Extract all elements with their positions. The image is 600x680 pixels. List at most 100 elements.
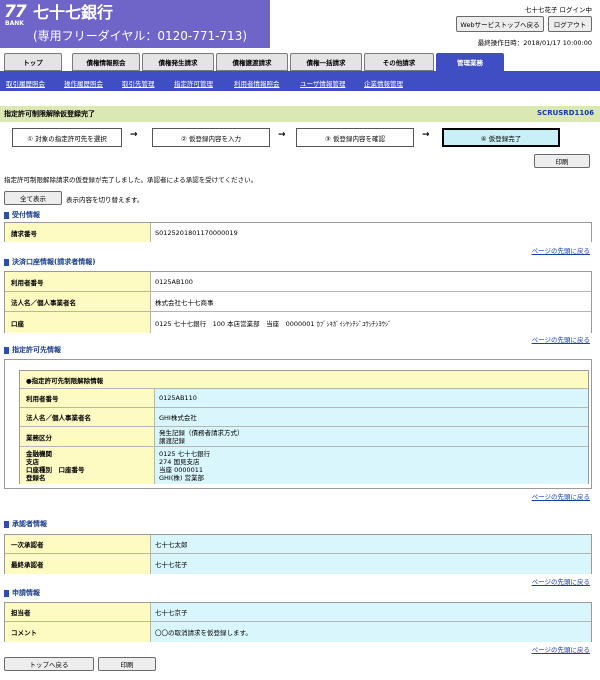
- table-row: 法人名／個人事業者名 株式会社七十七商事: [5, 292, 591, 312]
- web-service-top-button[interactable]: Webサービストップへ戻る: [456, 16, 544, 32]
- page-top-link[interactable]: ページの先頭に戻る: [532, 576, 590, 586]
- account-number-value: 当座 0000011: [159, 465, 204, 474]
- subnav-permit-management[interactable]: 指定許可管理: [174, 78, 213, 88]
- show-all-button[interactable]: 全て表示: [4, 191, 62, 205]
- tab-top[interactable]: トップ: [4, 53, 62, 71]
- section-marker-icon: [4, 346, 9, 354]
- section-heading-settlement: 決済口座情報(請求者情報): [4, 257, 95, 267]
- table-row: 請求番号 S0125201801170000019: [5, 223, 591, 242]
- section-heading-reception: 受付情報: [4, 210, 40, 220]
- screen-id: SCRUSRD1106: [537, 109, 594, 117]
- tab-bond-transfer-request[interactable]: 債権譲渡請求: [216, 53, 288, 71]
- bank-name: 七十七銀行: [33, 3, 114, 22]
- subnav-transaction-history[interactable]: 取引履歴照会: [6, 78, 45, 88]
- subnav-operation-history[interactable]: 操作履歴照会: [64, 78, 103, 88]
- step-arrow-icon: →: [278, 130, 286, 140]
- field-label: 法人名／個人事業者名: [5, 292, 151, 311]
- final-approver: 七十七花子: [151, 554, 591, 574]
- bank-logo-caption: BANK: [5, 20, 24, 27]
- field-label: 担当者: [5, 603, 151, 621]
- field-label: 一次承認者: [5, 535, 151, 553]
- page-top-link[interactable]: ページの先頭に戻る: [532, 334, 590, 344]
- table-row: 金融機関 支店 口座種別 口座番号 登録名 0125 七十七銀行 274 国見支…: [20, 447, 588, 484]
- section-heading-approver: 承認者情報: [4, 519, 47, 529]
- business-line: 発生記録（債務者請求方式）: [159, 428, 244, 437]
- toll-free-number: (専用フリーダイヤル：0120-771-713): [33, 29, 248, 43]
- print-button[interactable]: 印刷: [534, 154, 590, 168]
- table-row: 利用者番号 0125AB110: [20, 389, 588, 408]
- bank-value: 0125 七十七銀行: [159, 449, 211, 458]
- field-label: 利用者番号: [20, 389, 155, 407]
- permit-corporation-name: GHI株式会社: [155, 408, 588, 426]
- section-title: 受付情報: [12, 211, 40, 219]
- corporation-name: 株式会社七十七商事: [151, 292, 591, 311]
- table-row: コメント 〇〇の取消請求を仮登録します。: [5, 622, 591, 642]
- tab-management[interactable]: 管理業務: [436, 53, 504, 71]
- field-label: 口座種別 口座番号: [26, 465, 85, 474]
- field-label: 利用者番号: [5, 272, 151, 291]
- tab-bond-info-inquiry[interactable]: 債権情報照会: [72, 53, 140, 71]
- step-arrow-icon: →: [422, 130, 430, 140]
- section-title: 指定許可先情報: [12, 346, 61, 354]
- field-label: 業務区分: [20, 427, 155, 446]
- step-arrow-icon: →: [130, 130, 138, 140]
- business-category: 発生記録（債務者請求方式） 譲渡記録: [155, 427, 588, 446]
- field-label: 法人名／個人事業者名: [20, 408, 155, 426]
- subnav-counterparty[interactable]: 取引先管理: [122, 78, 155, 88]
- field-label: コメント: [5, 622, 151, 642]
- bank-logo-number: 77: [4, 2, 27, 22]
- reception-table: 請求番号 S0125201801170000019: [4, 222, 592, 242]
- step-1: ① 対象の指定許可先を選択: [12, 128, 122, 147]
- application-table: 担当者 七十七京子 コメント 〇〇の取消請求を仮登録します。: [4, 602, 592, 642]
- page-top-link[interactable]: ページの先頭に戻る: [532, 491, 590, 501]
- tab-other-requests[interactable]: その他請求: [364, 53, 434, 71]
- subnav-user-info-inquiry[interactable]: 利用者情報照会: [234, 78, 280, 88]
- step-3: ③ 仮登録内容を確認: [296, 128, 414, 147]
- completion-message: 指定許可制限解除請求の仮登録が完了しました。承認者による承認を受けてください。: [4, 176, 258, 184]
- field-label: 口座: [5, 312, 151, 333]
- section-title: 決済口座情報(請求者情報): [12, 258, 96, 266]
- subnav-company-management[interactable]: 企業情報管理: [364, 78, 403, 88]
- subnav-user-management[interactable]: ユーザ情報管理: [300, 78, 345, 88]
- section-title: 承認者情報: [12, 520, 47, 528]
- show-all-note: 表示内容を切り替えます。: [66, 196, 144, 204]
- section-heading-permit: 指定許可先情報: [4, 345, 61, 355]
- print-button-bottom[interactable]: 印刷: [98, 657, 156, 671]
- table-row: 法人名／個人事業者名 GHI株式会社: [20, 408, 588, 427]
- comment: 〇〇の取消請求を仮登録します。: [151, 622, 591, 642]
- section-marker-icon: [4, 258, 9, 266]
- logout-button[interactable]: ログアウト: [548, 16, 592, 32]
- permit-section-box: ●指定許可先制限解除情報 利用者番号 0125AB110 法人名／個人事業者名 …: [4, 359, 592, 489]
- approver-table: 一次承認者 七十七太郎 最終承認者 七十七花子: [4, 534, 592, 574]
- business-line: 譲渡記録: [159, 436, 185, 445]
- page-top-link[interactable]: ページの先頭に戻る: [532, 245, 590, 255]
- table-row: 一次承認者 七十七太郎: [5, 535, 591, 554]
- permit-user-number: 0125AB110: [155, 389, 588, 407]
- tab-bond-issue-request[interactable]: 債権発生請求: [142, 53, 214, 71]
- account: 0125 七十七銀行 100 本店営業部 当座 0000001 ｶﾌﾞｼｷｶﾞｲ…: [151, 312, 591, 333]
- branch-value: 274 国見支店: [159, 457, 200, 466]
- field-label: 支店: [26, 457, 39, 466]
- section-heading-application: 申請情報: [4, 588, 40, 598]
- section-title: 申請情報: [12, 589, 40, 597]
- tab-bond-bulk-request[interactable]: 債権一括請求: [290, 53, 362, 71]
- page-title: 指定許可制限解除仮登録完了: [4, 110, 95, 118]
- table-row: 利用者番号 0125AB100: [5, 272, 591, 292]
- field-label: 最終承認者: [5, 554, 151, 574]
- account-labels: 金融機関 支店 口座種別 口座番号 登録名: [20, 447, 155, 484]
- user-number: 0125AB100: [151, 272, 591, 291]
- section-marker-icon: [4, 211, 9, 219]
- first-approver: 七十七太郎: [151, 535, 591, 553]
- table-row: 担当者 七十七京子: [5, 603, 591, 622]
- table-row: ●指定許可先制限解除情報: [20, 371, 588, 389]
- step-2: ② 仮登録内容を入力: [152, 128, 270, 147]
- table-row: 業務区分 発生記録（債務者請求方式） 譲渡記録: [20, 427, 588, 447]
- table-row: 最終承認者 七十七花子: [5, 554, 591, 574]
- field-label: 登録名: [26, 473, 46, 482]
- back-to-top-button[interactable]: トップへ戻る: [4, 657, 94, 671]
- permit-inner-title: ●指定許可先制限解除情報: [26, 376, 104, 385]
- permit-table: ●指定許可先制限解除情報 利用者番号 0125AB110 法人名／個人事業者名 …: [19, 370, 589, 484]
- page-top-link[interactable]: ページの先頭に戻る: [532, 644, 590, 654]
- section-marker-icon: [4, 520, 9, 528]
- login-status: 七十七花子 ログイン中: [524, 6, 592, 14]
